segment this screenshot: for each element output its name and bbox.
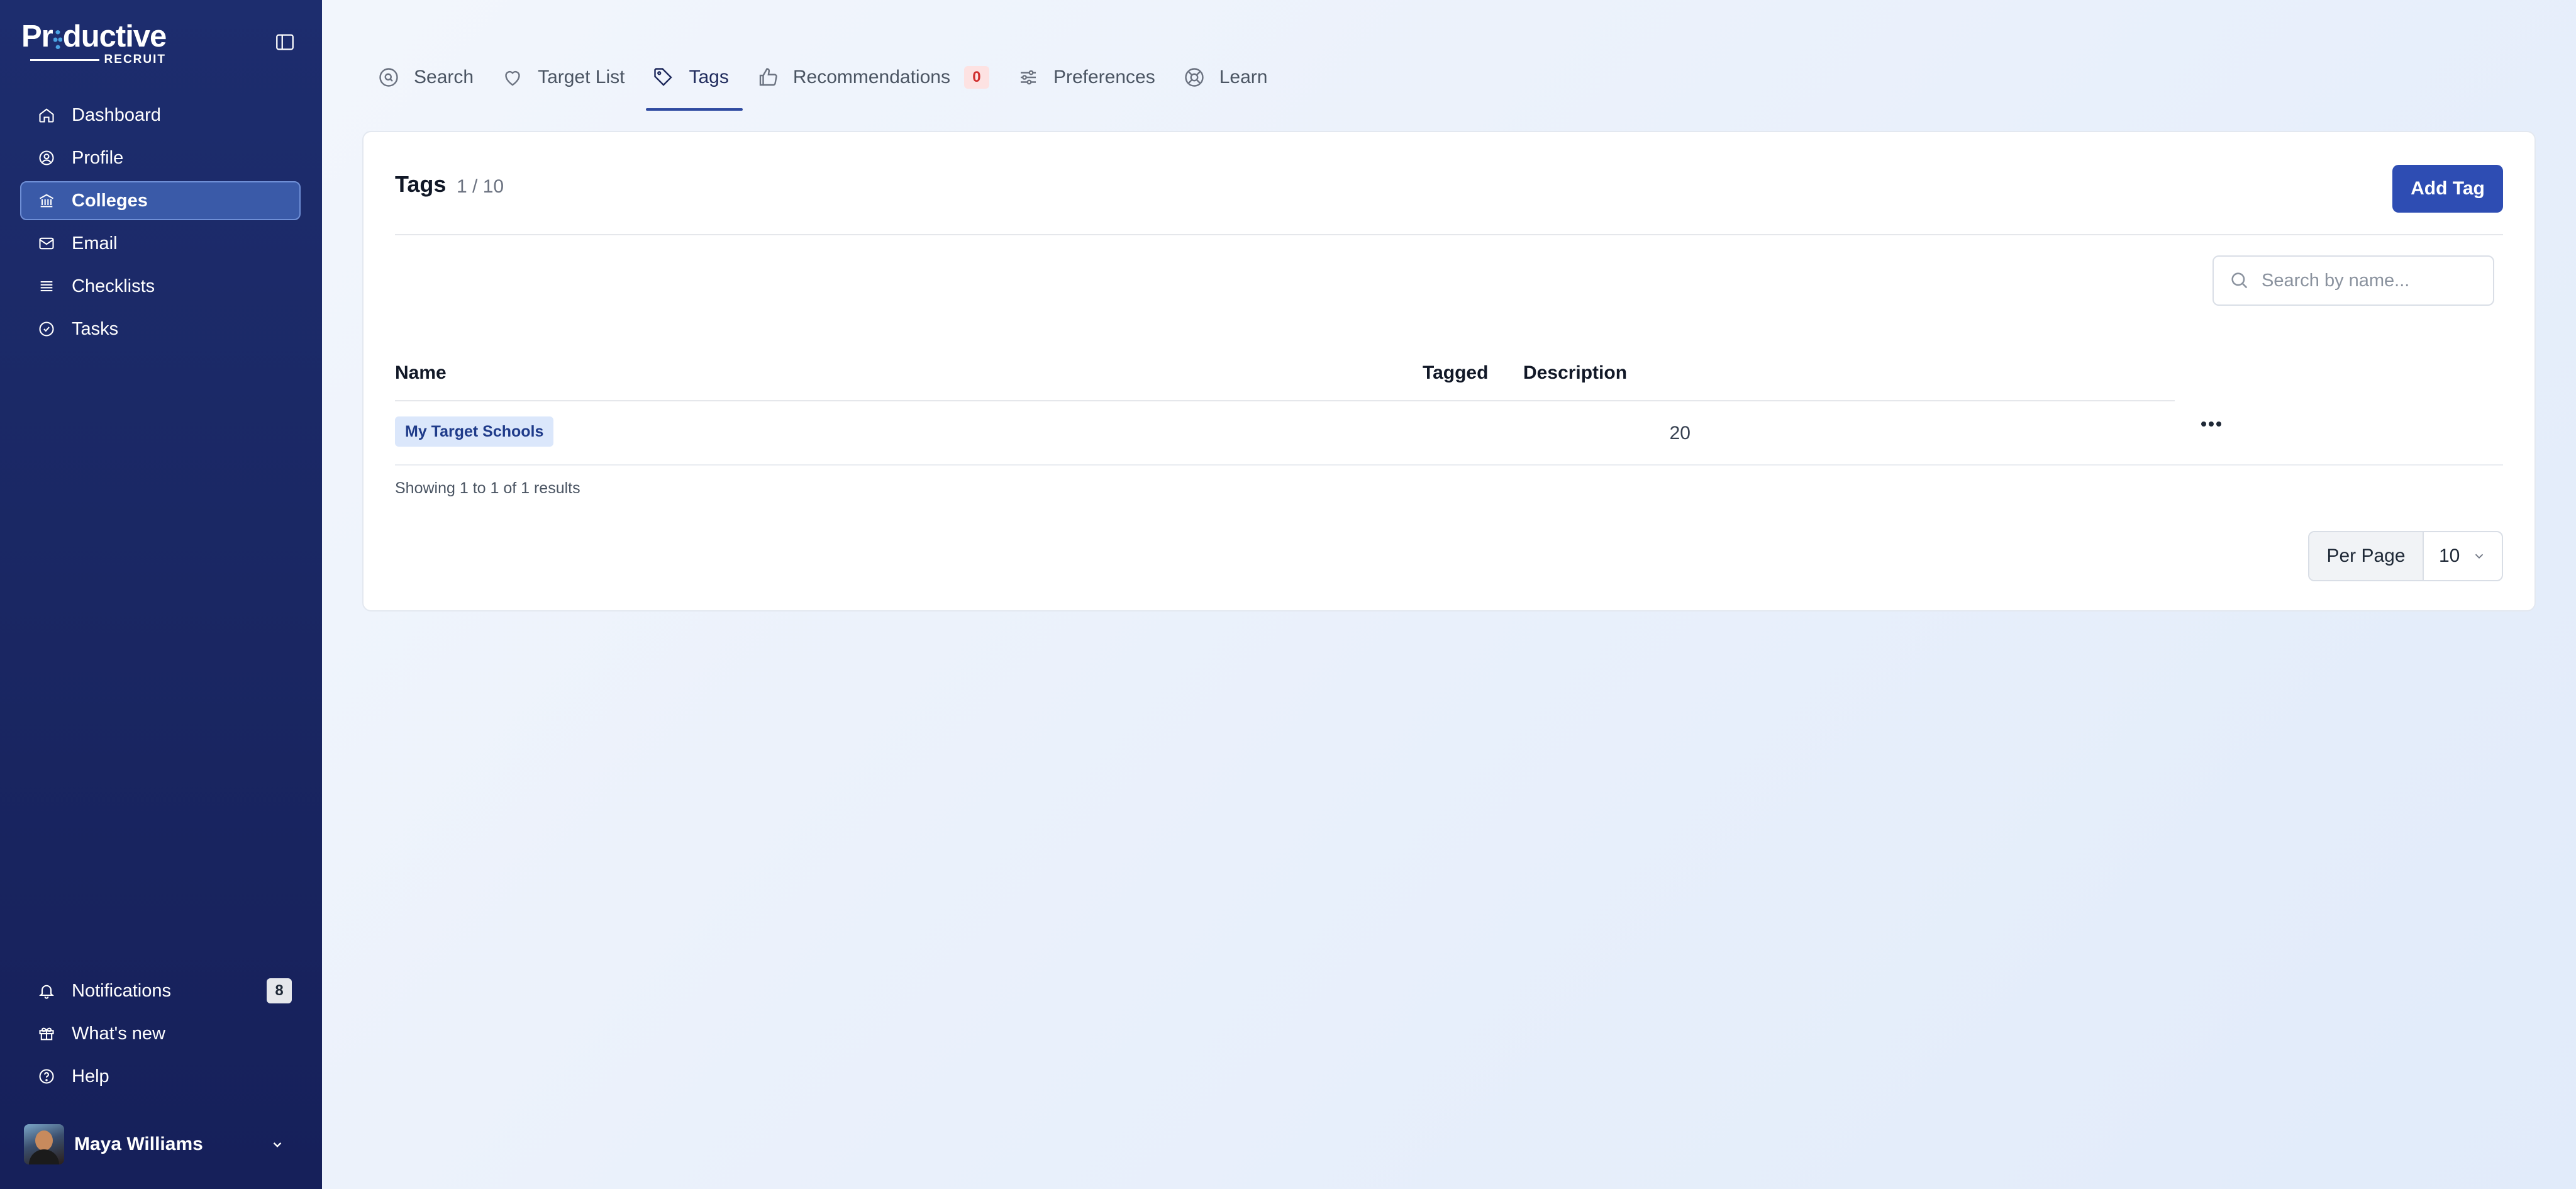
- sidebar-item-notifications[interactable]: Notifications 8: [20, 971, 301, 1010]
- user-menu[interactable]: Maya Williams: [24, 1124, 292, 1165]
- tab-search[interactable]: Search: [364, 44, 487, 111]
- search-box[interactable]: [2212, 255, 2494, 306]
- home-icon: [39, 108, 54, 123]
- logo-line: [30, 59, 99, 61]
- sidebar-item-label: Dashboard: [72, 104, 161, 125]
- sidebar-item-label: Tasks: [72, 318, 119, 339]
- chevron-down-icon: [2475, 554, 2484, 559]
- building-icon: [39, 194, 54, 208]
- logo-wordmark: Pr ductive: [21, 20, 167, 53]
- list-icon: [40, 281, 53, 292]
- tab-label: Search: [414, 67, 474, 87]
- recommendations-count-badge: 0: [963, 66, 989, 89]
- row-actions-icon[interactable]: [2196, 411, 2226, 437]
- column-header-name[interactable]: Name: [395, 362, 447, 384]
- column-header-tagged[interactable]: Tagged: [1423, 362, 1488, 384]
- per-page-value: 10: [2439, 545, 2460, 566]
- tab-label: Preferences: [1053, 67, 1155, 87]
- column-header-description[interactable]: Description: [1523, 362, 1627, 384]
- sidebar: Pr ductive RECRUIT Dashboard Profile Coll…: [0, 0, 322, 1189]
- sidebar-item-checklists[interactable]: Checklists: [20, 267, 301, 306]
- logo-sub: RECRUIT: [30, 53, 166, 67]
- notifications-count-badge: 8: [267, 978, 292, 1003]
- sidebar-item-help[interactable]: Help: [20, 1057, 301, 1096]
- sliders-icon: [1020, 70, 1036, 85]
- college-tabs: Search Target List Tags Recommendations …: [364, 44, 1281, 111]
- mail-icon: [39, 237, 54, 250]
- search-icon: [2231, 272, 2248, 289]
- header-divider: [395, 234, 2503, 235]
- per-page-select[interactable]: 10: [2424, 532, 2502, 580]
- sidebar-nav: Dashboard Profile Colleges Email Checkli…: [20, 96, 301, 352]
- sidebar-item-tasks[interactable]: Tasks: [20, 310, 301, 349]
- heart-icon: [505, 70, 520, 86]
- sidebar-item-label: What's new: [72, 1023, 165, 1044]
- user-name: Maya Williams: [74, 1134, 203, 1154]
- tag-pill-my-target-schools[interactable]: My Target Schools: [395, 416, 554, 447]
- row-divider: [395, 464, 2503, 466]
- per-page-control: Per Page 10: [2308, 531, 2503, 581]
- help-circle-icon: [39, 1069, 54, 1084]
- check-circle-icon: [39, 321, 54, 337]
- tags-count: 1 / 10: [457, 176, 504, 197]
- per-page-label: Per Page: [2309, 532, 2424, 580]
- avatar: [24, 1124, 64, 1164]
- add-tag-button[interactable]: Add Tag: [2392, 165, 2503, 213]
- sidebar-item-dashboard[interactable]: Dashboard: [20, 96, 301, 135]
- tab-label: Tags: [689, 67, 729, 87]
- tab-learn[interactable]: Learn: [1169, 44, 1282, 111]
- tab-label: Learn: [1219, 67, 1268, 87]
- productive-recruit-logo[interactable]: Pr ductive RECRUIT: [21, 20, 167, 67]
- thumbs-up-icon: [759, 68, 777, 86]
- pagination-summary: Showing 1 to 1 of 1 results: [395, 479, 580, 497]
- search-input[interactable]: [2262, 270, 2475, 291]
- sidebar-bottom-nav: Notifications 8 What's new Help: [20, 971, 301, 1100]
- tags-card: Tags 1 / 10 Add Tag Name Tagged Descript…: [362, 131, 2536, 611]
- tag-icon: [654, 68, 673, 86]
- tab-target-list[interactable]: Target List: [487, 44, 638, 111]
- tagged-count-cell: 20: [1669, 423, 1690, 444]
- tab-label: Target List: [538, 67, 625, 87]
- sidebar-item-label: Email: [72, 233, 118, 254]
- sidebar-item-label: Colleges: [72, 190, 148, 211]
- sidebar-item-whats-new[interactable]: What's new: [20, 1014, 301, 1053]
- logo-ring-icon: [53, 30, 62, 49]
- chevron-down-icon: [273, 1142, 282, 1147]
- lifebuoy-icon: [1185, 68, 1204, 87]
- sidebar-item-label: Help: [72, 1066, 109, 1086]
- logo-subtext: RECRUIT: [104, 53, 166, 66]
- logo-word-start: Pr: [21, 20, 53, 53]
- search-circle-icon: [379, 68, 398, 87]
- sidebar-item-label: Notifications: [72, 980, 171, 1001]
- tab-label: Recommendations: [792, 67, 950, 87]
- table-header-divider: [395, 400, 2175, 401]
- gift-icon: [39, 1027, 54, 1041]
- user-circle-icon: [39, 150, 54, 165]
- logo-word-end: ductive: [62, 20, 167, 53]
- sidebar-item-email[interactable]: Email: [20, 224, 301, 263]
- bell-icon: [39, 985, 54, 999]
- tab-tags[interactable]: Tags: [638, 44, 743, 111]
- tab-preferences[interactable]: Preferences: [1003, 44, 1169, 111]
- sidebar-toggle-icon[interactable]: [274, 31, 296, 53]
- sidebar-item-label: Checklists: [72, 276, 155, 296]
- sidebar-item-label: Profile: [72, 147, 124, 168]
- sidebar-item-profile[interactable]: Profile: [20, 138, 301, 177]
- sidebar-item-colleges[interactable]: Colleges: [20, 181, 301, 220]
- page-title: Tags: [395, 171, 447, 197]
- tab-recommendations[interactable]: Recommendations 0: [743, 44, 1003, 111]
